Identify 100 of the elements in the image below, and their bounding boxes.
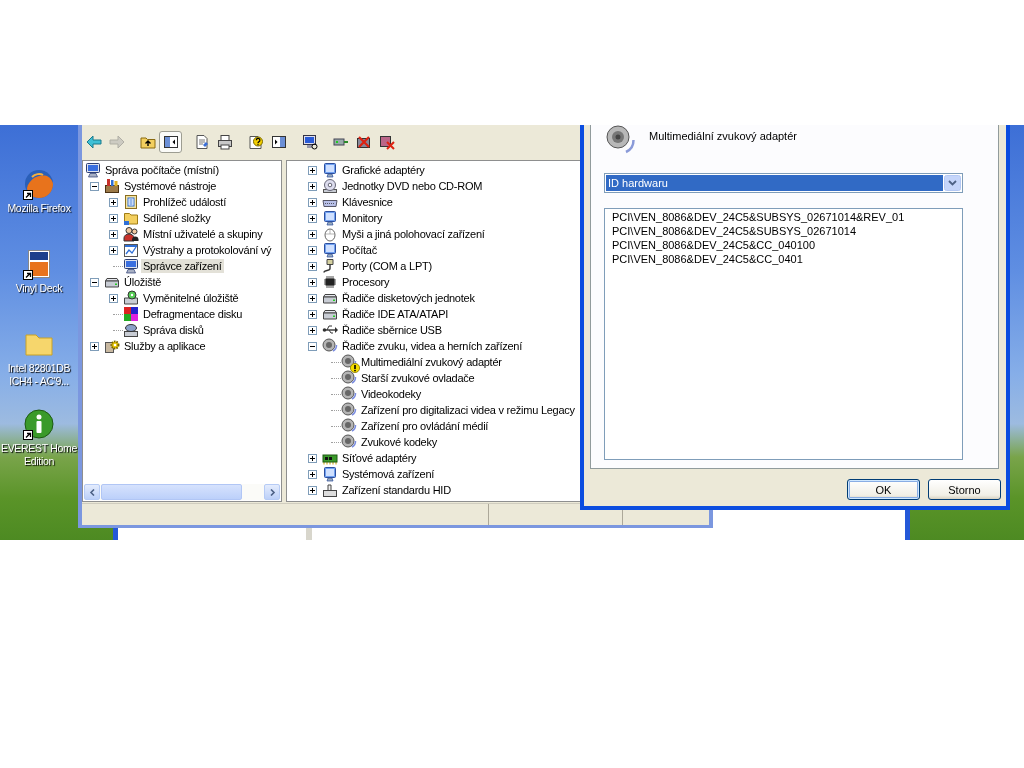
horizontal-scrollbar[interactable] (84, 484, 280, 500)
help-icon (247, 133, 264, 150)
tree-item[interactable]: Klávesnice (340, 195, 395, 209)
chevron-down-icon (944, 175, 961, 191)
plus-box-icon[interactable] (308, 261, 317, 271)
plus-box-icon[interactable] (109, 293, 118, 303)
tree-item[interactable]: Porty (COM a LPT) (340, 259, 434, 273)
tree-item[interactable]: Služby a aplikace (122, 339, 208, 353)
tree-item[interactable]: Zařízení pro ovládání médií (359, 419, 491, 433)
tree-item[interactable]: Správa počítače (místní) (103, 163, 221, 177)
plus-box-icon[interactable] (308, 469, 317, 479)
tree-item[interactable]: Monitory (340, 211, 385, 225)
monitor-icon (322, 162, 338, 178)
left-arrow-icon (85, 133, 102, 150)
monitor-icon (322, 210, 338, 226)
list-item[interactable]: PCI\VEN_8086&DEV_24C5&CC_0401 (612, 252, 803, 266)
dialog-button[interactable]: Storno (928, 479, 1001, 500)
computer-icon (123, 258, 139, 274)
tree-item[interactable]: Systémové nástroje (122, 179, 219, 193)
document-icon (123, 194, 139, 210)
dialog-button[interactable]: OK (847, 479, 920, 500)
tree-item[interactable]: Zařízení standardu HID (340, 483, 453, 497)
tree-item[interactable]: Multimediální zvukový adaptér (359, 355, 504, 369)
monitor-icon (301, 133, 318, 150)
minus-box-icon[interactable] (90, 277, 99, 287)
tree-item[interactable]: Úložiště (122, 275, 164, 289)
plus-box-icon[interactable] (308, 245, 317, 255)
globe-icon[interactable] (23, 168, 55, 200)
tree-item[interactable]: Systémová zařízení (340, 467, 437, 481)
minus-box-icon[interactable] (90, 181, 99, 191)
scroll-right-button[interactable] (264, 484, 280, 500)
tree-item[interactable]: Řadiče zvuku, videa a herních zařízení (340, 339, 525, 353)
printer-icon (216, 133, 233, 150)
plus-box-icon[interactable] (109, 213, 118, 223)
chip-icon (322, 274, 338, 290)
speaker-icon (341, 434, 357, 450)
tree-item[interactable]: Defragmentace disku (141, 307, 245, 321)
scrollbar-thumb[interactable] (101, 484, 242, 500)
tree-item[interactable]: Síťové adaptéry (340, 451, 419, 465)
device-icon (322, 482, 338, 498)
tree-item[interactable]: Správce zařízení (141, 259, 224, 273)
info-icon[interactable] (23, 408, 55, 440)
plus-box-icon[interactable] (308, 485, 317, 495)
tree-item[interactable]: Řadiče sběrnice USB (340, 323, 444, 337)
tree-item[interactable]: Výstrahy a protokolování vý (141, 243, 274, 257)
tree-item[interactable]: Počítač (340, 243, 379, 257)
tree-item[interactable]: Videokodeky (359, 387, 424, 401)
tree-item[interactable]: Správa disků (141, 323, 206, 337)
tree-item[interactable]: Zařízení pro digitalizaci videa v režimu Legacy (359, 403, 577, 417)
plus-box-icon[interactable] (308, 181, 317, 191)
plus-box-icon[interactable] (109, 197, 118, 207)
plus-box-icon[interactable] (308, 293, 317, 303)
tree-item[interactable]: Řadiče disketových jednotek (340, 291, 477, 305)
chevron-right-icon (268, 488, 276, 496)
tree-item[interactable]: Starší zvukové ovladače (359, 371, 477, 385)
list-item[interactable]: PCI\VEN_8086&DEV_24C5&CC_040100 (612, 238, 816, 252)
scroll-left-button[interactable] (84, 484, 100, 500)
tree-item[interactable]: Řadiče IDE ATA/ATAPI (340, 307, 451, 321)
tree-item[interactable]: Grafické adaptéry (340, 163, 427, 177)
speaker-icon (322, 338, 338, 354)
plus-box-icon[interactable] (308, 277, 317, 287)
tree-item[interactable]: Prohlížeč událostí (141, 195, 228, 209)
plus-box-icon[interactable] (308, 325, 317, 335)
tree-item[interactable]: Místní uživatelé a skupiny (141, 227, 265, 241)
plus-box-icon[interactable] (109, 245, 118, 255)
device-cross-icon (378, 133, 395, 150)
plus-box-icon[interactable] (308, 165, 317, 175)
monitor-icon (322, 242, 338, 258)
monitor-icon (322, 466, 338, 482)
computer-icon (85, 162, 101, 178)
plus-box-icon[interactable] (109, 229, 118, 239)
tree-item[interactable]: Zvukové kodeky (359, 435, 439, 449)
plus-box-icon[interactable] (308, 197, 317, 207)
plus-box-icon[interactable] (90, 341, 99, 351)
chart-icon (123, 242, 139, 258)
right-arrow-icon (108, 133, 125, 150)
minus-box-icon[interactable] (308, 341, 317, 351)
plus-box-icon[interactable] (308, 229, 317, 239)
tree-item[interactable]: Sdílené složky (141, 211, 213, 225)
property-dropdown[interactable]: ID hardwaru (604, 173, 963, 193)
plus-box-icon[interactable] (308, 309, 317, 319)
tree-item[interactable]: Procesory (340, 275, 392, 289)
toolbar-button[interactable] (159, 130, 182, 153)
device-name: Multimediální zvukový adaptér (649, 129, 797, 143)
speaker-icon (341, 402, 357, 418)
shortcut-label[interactable]: Mozilla Firefox (7, 202, 71, 215)
blocks-icon (123, 306, 139, 322)
speaker-icon (341, 386, 357, 402)
list-item[interactable]: PCI\VEN_8086&DEV_24C5&SUBSYS_02671014 (612, 224, 856, 238)
device-cross-icon (355, 133, 372, 150)
list-item[interactable]: PCI\VEN_8086&DEV_24C5&SUBSYS_02671014&REV_01 (612, 210, 905, 224)
panel-icon (270, 133, 287, 150)
tree-item[interactable]: Vyměnitelné úložiště (141, 291, 241, 305)
plus-box-icon[interactable] (308, 213, 317, 223)
plus-box-icon[interactable] (308, 453, 317, 463)
shared-folder-icon (123, 210, 139, 226)
speaker-icon (604, 125, 636, 155)
disc-icon (322, 178, 338, 194)
tree-item[interactable]: Jednotky DVD nebo CD-ROM (340, 179, 485, 193)
tree-item[interactable]: Myši a jiná polohovací zařízení (340, 227, 487, 241)
